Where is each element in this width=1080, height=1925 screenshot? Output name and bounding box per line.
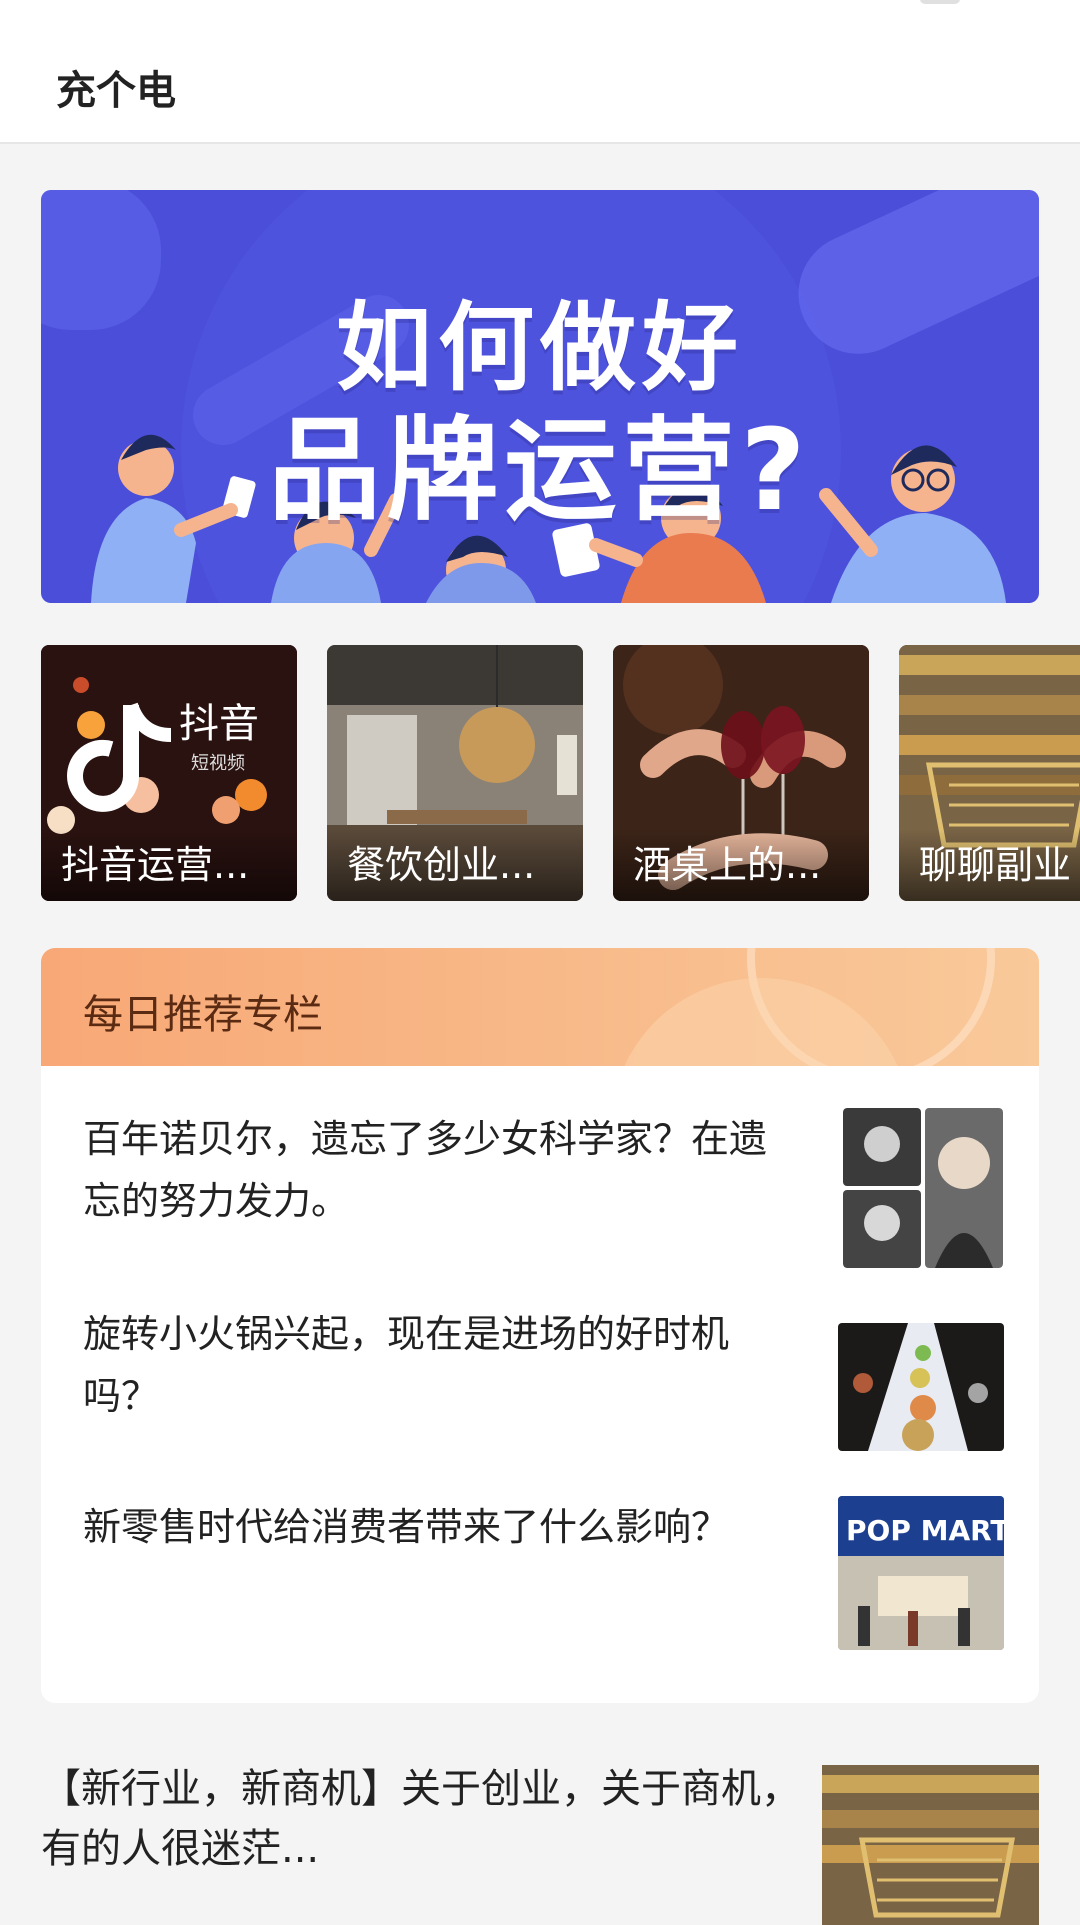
topic-card-label: 聊聊副业 — [899, 829, 1080, 901]
topic-card-label: 酒桌上的... — [613, 829, 869, 901]
recommend-item-title: 百年诺贝尔，遗忘了多少女科学家？在遗忘的努力发力。 — [83, 1117, 768, 1223]
topic-card-wine[interactable]: 酒桌上的... — [613, 645, 869, 901]
recommend-item-title: 旋转小火锅兴起，现在是进场的好时机吗？ — [83, 1312, 730, 1418]
topic-card-label: 餐饮创业... — [327, 829, 583, 901]
top-bar: 充个电 — [0, 0, 1080, 144]
recommend-item[interactable]: 百年诺贝尔，遗忘了多少女科学家？在遗忘的努力发力。 — [83, 1108, 1003, 1278]
topic-card-restaurant[interactable]: 餐饮创业... — [327, 645, 583, 901]
daily-recommend-title: 每日推荐专栏 — [83, 992, 323, 1038]
svg-text:POP MART: POP MART — [846, 1514, 1004, 1547]
recommend-item-thumbnail: POP MART — [838, 1496, 1004, 1650]
page-title: 充个电 — [56, 68, 176, 114]
article-thumbnail — [822, 1765, 1039, 1925]
daily-recommend-section: 每日推荐专栏 百年诺贝尔，遗忘了多少女科学家？在遗忘的努力发力。 旋转小火锅兴起… — [41, 948, 1039, 1703]
topic-card-sidejob[interactable]: 聊聊副业 — [899, 645, 1080, 901]
recommend-item-thumbnail — [838, 1323, 1004, 1451]
svg-text:抖音: 抖音 — [179, 701, 259, 747]
recommend-item-title: 新零售时代给消费者带来了什么影响？ — [83, 1505, 730, 1549]
banner-title-line2: 品牌运营? — [268, 406, 812, 536]
topic-card-label: 抖音运营... — [41, 829, 297, 901]
status-indicator — [920, 0, 960, 4]
topic-carousel[interactable]: 抖音 短视频 抖音运营... 餐饮创业... 酒桌上的... 聊聊副业 — [41, 645, 1080, 901]
article-item[interactable]: 【新行业，新商机】关于创业，关于商机，有的人很迷茫... — [41, 1745, 1080, 1925]
daily-recommend-header: 每日推荐专栏 — [41, 948, 1039, 1066]
recommend-item[interactable]: 新零售时代给消费者带来了什么影响？ POP MART — [83, 1496, 1004, 1676]
svg-text:短视频: 短视频 — [191, 753, 245, 774]
recommend-item[interactable]: 旋转小火锅兴起，现在是进场的好时机吗？ — [83, 1303, 1004, 1473]
recommend-item-thumbnail — [843, 1108, 1003, 1268]
topic-card-douyin[interactable]: 抖音 短视频 抖音运营... — [41, 645, 297, 901]
promo-banner[interactable]: 如何做好 品牌运营? — [41, 190, 1039, 603]
article-title: 【新行业，新商机】关于创业，关于商机，有的人很迷茫... — [41, 1766, 801, 1872]
